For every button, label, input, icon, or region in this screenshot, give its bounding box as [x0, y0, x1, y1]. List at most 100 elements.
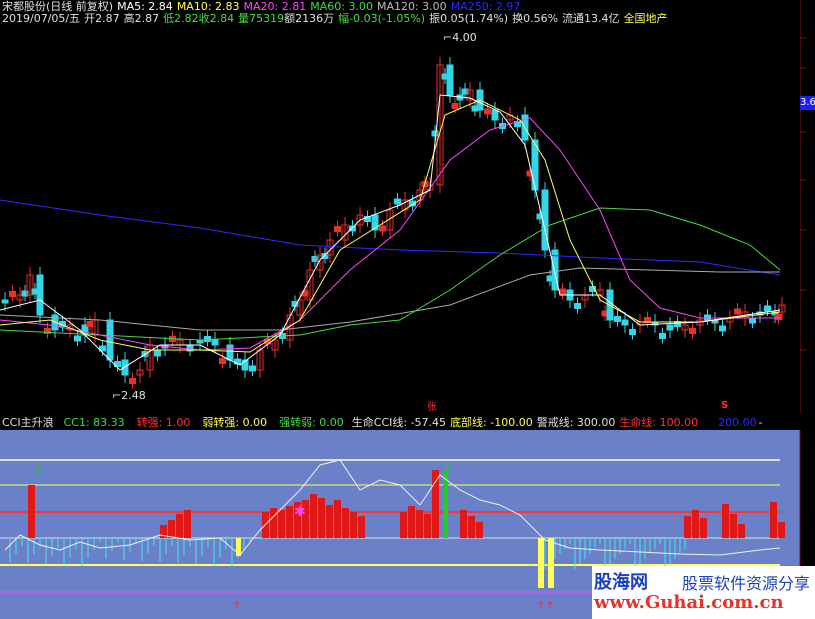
down-arrow-icon: ↓: [32, 462, 44, 478]
candle-body: [629, 329, 636, 335]
watermark-subtitle: 股票软件资源分享: [682, 574, 811, 593]
candle-body: [334, 226, 341, 232]
quote-close: 收2.84: [198, 12, 235, 25]
ruozhuanqiang-bar: [538, 538, 544, 588]
quote-turnover: 换0.56%: [512, 12, 559, 25]
candle-body: [621, 319, 629, 326]
candle-body: [74, 335, 81, 342]
cci-red-bar: [730, 514, 737, 538]
trailing-mark: -: [758, 416, 763, 429]
cci-red-bar: [722, 504, 729, 538]
candle-body: [204, 336, 211, 342]
watermark-logo: 股海网: [594, 572, 648, 593]
sell-marker: S: [721, 400, 729, 411]
quote-open: 开2.87: [84, 12, 120, 25]
candle-body: [36, 274, 44, 316]
cci-red-bar: [28, 485, 35, 538]
candle-body: [1, 299, 9, 304]
cci-red-bar: [476, 522, 483, 538]
cci-red-bar: [358, 516, 365, 538]
cci-red-bar: [342, 508, 349, 538]
quote-date: 2019/07/05/五: [2, 12, 81, 25]
cci-red-bar: [286, 506, 293, 538]
candle-body: [446, 64, 454, 96]
candle-body: [394, 198, 401, 205]
cci-red-bar: [460, 510, 467, 538]
quote-volume: 量75319: [238, 12, 285, 25]
candle-body: [559, 288, 566, 295]
candle-body: [734, 308, 741, 315]
dibuxian-value: 底部线: -100.00: [450, 416, 533, 429]
low-price-label: ⌐2.48: [112, 389, 146, 402]
cci-red-bar: [278, 510, 285, 538]
cci-red-bar: [738, 524, 745, 538]
ruozhuanqiang-value: 弱转强: 0.00: [202, 416, 268, 429]
ruozhuanqiang-bar: [548, 538, 554, 588]
cci-red-bar: [432, 470, 439, 538]
cci-red-bar: [408, 506, 415, 538]
cci-red-bar: [318, 498, 325, 538]
candle-body: [9, 291, 16, 297]
candle-body: [614, 316, 621, 322]
candle-body: [764, 305, 771, 312]
zhuanqiang-value: 转强: 1.00: [136, 416, 191, 429]
cci-red-bar: [176, 514, 183, 538]
watermark-panel: 股海网 股票软件资源分享 www.Guhai.com.cn: [592, 566, 815, 619]
cci-red-bar: [770, 502, 777, 538]
watermark-url: www.Guhai.com.cn: [594, 592, 784, 613]
right-price-axis: [800, 0, 806, 414]
candle-body: [666, 324, 674, 331]
cci-red-bar: [310, 494, 317, 538]
cci-red-bar: [700, 518, 707, 538]
candle-body: [491, 109, 499, 121]
cc1-value: CC1: 83.33: [63, 416, 125, 429]
candle-body: [219, 358, 226, 364]
up-arrow-icon: ↑: [232, 599, 242, 613]
cci-red-bar: [424, 514, 431, 538]
indicator-name[interactable]: CCI主升浪: [2, 416, 54, 429]
cci-red-bar: [334, 500, 341, 538]
candle-body: [379, 225, 386, 232]
candle-body: [484, 108, 491, 115]
extra-value: 200.00: [718, 416, 757, 429]
cci-red-bar: [468, 516, 475, 538]
candle-body: [659, 333, 666, 339]
cci-red-bar: [184, 510, 191, 538]
quote-low: 低2.82: [163, 12, 199, 25]
cci-red-bar: [416, 510, 423, 538]
up-arrow-icon: ↑: [545, 599, 555, 613]
star-marker-icon: ✱: [294, 504, 306, 520]
price-chart[interactable]: [0, 0, 800, 414]
shengming-cci-value: 生命CCI线: -57.45: [351, 416, 447, 429]
quote-info-bar: 2019/07/05/五 开2.87 高2.87 低2.82收2.84 量75319额2…: [2, 12, 672, 26]
candle-body: [574, 303, 581, 309]
cci-red-bar: [778, 522, 785, 538]
quote-high: 高2.87: [123, 12, 160, 25]
candle-body: [719, 325, 726, 332]
down-arrow-icon: ↓: [442, 460, 454, 476]
current-price-tag: 3.6: [800, 96, 815, 110]
quote-amplitude: 振0.05(1.74%): [429, 12, 509, 25]
candle-body: [129, 378, 136, 384]
candle-body: [749, 317, 756, 324]
cci-red-bar: [270, 508, 277, 538]
quote-sector[interactable]: 全国地产: [624, 12, 668, 25]
candle-body: [775, 314, 782, 320]
candle-body: [121, 359, 129, 376]
quote-amount: 额2136万: [284, 12, 335, 25]
quote-float-cap: 流通13.4亿: [562, 12, 620, 25]
candle-body: [226, 344, 234, 361]
cci-red-bar: [684, 516, 691, 538]
candle-body: [451, 103, 459, 109]
candle-body: [211, 339, 219, 346]
zhang-marker: 张: [427, 402, 437, 413]
candle-body: [106, 319, 114, 361]
qiangzhuanruo-value: 强转弱: 0.00: [279, 416, 344, 429]
cci-red-bar: [692, 510, 699, 538]
candle-body: [249, 365, 256, 372]
jingjiexian-value: 警戒线: 300.00: [536, 416, 616, 429]
cci-red-bar: [326, 505, 333, 538]
shengmingxian-value: 生命线: 100.00: [619, 416, 699, 429]
high-price-label: ⌐4.00: [443, 31, 477, 44]
cci-red-bar: [400, 512, 407, 538]
